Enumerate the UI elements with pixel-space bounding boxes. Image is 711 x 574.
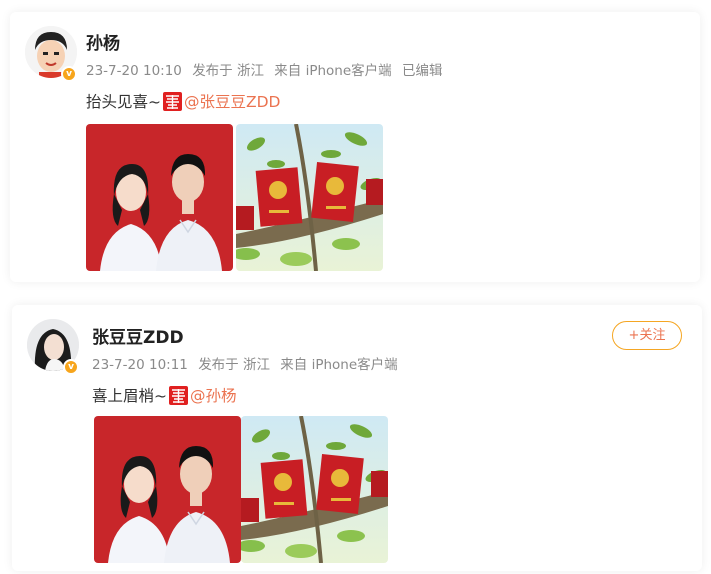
double-happiness-icon: [169, 385, 188, 405]
post-image[interactable]: [241, 416, 388, 563]
verified-badge-icon: v: [63, 359, 79, 375]
post-time[interactable]: 23-7-20 10:10: [86, 63, 182, 79]
post-text: 喜上眉梢~ @孙杨: [92, 384, 237, 406]
verified-badge-icon: v: [61, 66, 77, 82]
post-card: v 孙杨 23-7-20 10:10 发布于 浙江 来自 iPhone客户端 已…: [10, 12, 700, 282]
post-image[interactable]: [94, 416, 241, 563]
username[interactable]: 孙杨: [86, 29, 120, 54]
weibo-feed: v 孙杨 23-7-20 10:10 发布于 浙江 来自 iPhone客户端 已…: [0, 0, 711, 574]
post-card: v 张豆豆ZDD +关注 23-7-20 10:11 发布于 浙江 来自 iPh…: [12, 305, 702, 571]
edited-label[interactable]: 已编辑: [402, 63, 443, 79]
mention-link[interactable]: @孙杨: [190, 384, 237, 406]
post-source: 来自 iPhone客户端: [280, 357, 398, 373]
post-text-content: 喜上眉梢~: [92, 387, 167, 405]
post-meta: 23-7-20 10:10 发布于 浙江 来自 iPhone客户端 已编辑: [86, 59, 448, 79]
post-location: 发布于 浙江: [192, 63, 264, 79]
post-image[interactable]: [86, 124, 233, 271]
post-text: 抬头见喜~ @张豆豆ZDD: [86, 90, 281, 112]
post-location: 发布于 浙江: [198, 357, 270, 373]
username[interactable]: 张豆豆ZDD: [92, 323, 184, 348]
post-meta: 23-7-20 10:11 发布于 浙江 来自 iPhone客户端: [92, 353, 404, 373]
double-happiness-icon: [163, 91, 182, 111]
post-text-content: 抬头见喜~: [86, 93, 161, 111]
post-time[interactable]: 23-7-20 10:11: [92, 357, 188, 373]
post-image[interactable]: [236, 124, 383, 271]
follow-button[interactable]: +关注: [612, 321, 682, 350]
post-source: 来自 iPhone客户端: [274, 63, 392, 79]
mention-link[interactable]: @张豆豆ZDD: [184, 90, 281, 112]
